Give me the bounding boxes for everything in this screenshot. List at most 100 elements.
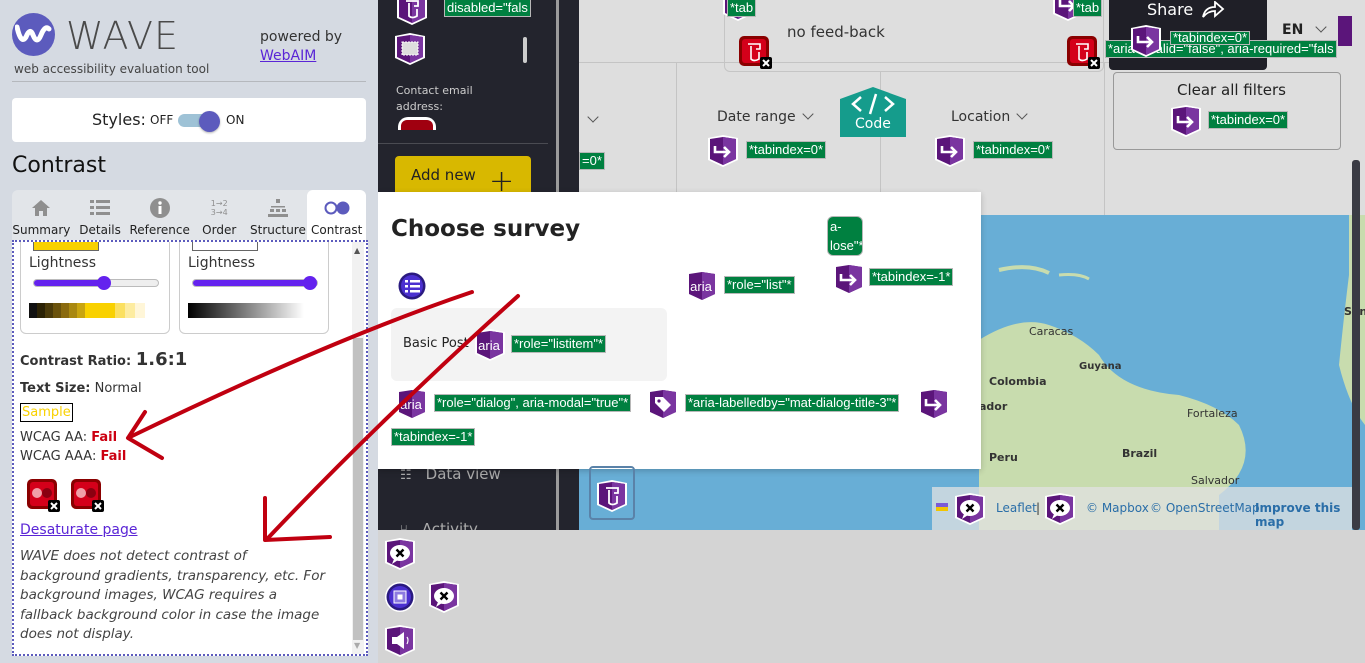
foreground-lightness-slider[interactable] [33,276,159,290]
nav-item-activity[interactable]: ⑂ Activity [400,520,478,530]
styles-on-label: ON [226,113,245,127]
list-icon[interactable] [396,269,428,303]
aria-icon[interactable]: aria [474,328,506,362]
wcag-aa-result: Fail [91,430,118,445]
alert-icon[interactable] [1044,492,1076,526]
contrast-error-icon[interactable] [70,478,104,512]
tabindex-tag: *tab [1073,0,1103,17]
slider-knob[interactable] [96,276,111,290]
tab-contrast[interactable]: Contrast [307,190,367,240]
tabindex-icon[interactable] [918,387,950,421]
styles-toggle[interactable] [178,111,220,132]
scroll-down-arrow[interactable]: ▼ [354,641,360,650]
lightness-label: Lightness [188,255,256,271]
attribution-separator: | [1036,501,1041,515]
background-lightness-slider[interactable] [192,276,318,290]
page-scrollbar[interactable] [1352,160,1360,530]
tabindex-tag: *tabindex=-1* [869,268,954,286]
tab-structure[interactable]: Structure [249,190,308,240]
tabindex-tag: *tabindex=0* [746,141,827,159]
aria-icon[interactable]: aria [396,387,428,421]
aria-label-icon[interactable] [647,387,679,421]
nav-scrollbar[interactable] [523,37,527,63]
foreground-swatch[interactable] [33,242,99,251]
alert-icon[interactable] [428,580,460,614]
audio-icon[interactable] [384,624,416,658]
click-handler-icon[interactable] [596,479,628,513]
alert-icon[interactable] [954,492,986,526]
click-handler-error-icon[interactable] [738,35,772,69]
panel-scrollbar[interactable]: ▲ ▼ [352,242,364,654]
tabindex-tag: *tabindex=0* [1208,111,1289,129]
improve-map-link[interactable]: Improve this map [1255,501,1352,529]
code-button[interactable]: Code [828,87,918,137]
structure-icon [249,197,308,219]
openstreetmap-link[interactable]: © OpenStreetMap [1150,501,1260,515]
tab-details[interactable]: Details [71,190,130,240]
background-color-card: Lightness [179,242,329,334]
tabindex-icon[interactable] [833,262,865,296]
filter-divider [579,62,1119,63]
desaturate-page-link[interactable]: Desaturate page [20,522,137,538]
chevron-down-icon [801,108,814,120]
map-label: Salvador [1191,474,1240,487]
error-icon-partial[interactable] [398,117,436,130]
tab-summary[interactable]: Summary [12,190,71,240]
mapbox-link[interactable]: © Mapbox [1086,501,1149,515]
map-attribution: Leaflet | © Mapbox © OpenStreetMap Impro… [932,487,1352,530]
nav-separator [378,143,548,144]
tabindex-icon[interactable] [1130,24,1162,58]
activity-icon: ⑂ [400,523,408,530]
map-label: Guyana [1079,361,1122,372]
contact-email-label: Contact email address: [396,84,473,113]
wave-subtitle: web accessibility evaluation tool [14,62,210,76]
scroll-up-arrow[interactable]: ▲ [354,246,360,255]
wave-logo-icon [12,13,55,56]
data-view-icon: ☷ [400,468,412,483]
slider-fill [34,280,102,286]
tabindex-icon[interactable] [707,134,739,168]
contrast-panel: Lightness Lightness Contrast Ratio: 1.6:… [12,240,368,656]
wcag-aaa: WCAG AAA: Fail [20,449,126,464]
aria-icon[interactable]: aria [686,269,718,303]
region-icon[interactable] [394,32,426,66]
filter-date-range[interactable]: Date range [717,108,814,125]
toggle-knob [199,111,220,132]
slider-knob[interactable] [303,276,317,290]
filter-dropdown-chevron[interactable] [581,111,599,128]
tab-label: Reference [129,223,190,237]
click-handler-icon[interactable] [396,0,428,26]
tab-reference[interactable]: Reference [129,190,190,240]
list-icon [71,197,130,219]
styles-label: Styles: [92,110,146,129]
order-icon: 1→2 3→4 [210,199,228,217]
webaim-link[interactable]: WebAIM [260,48,316,64]
scroll-thumb[interactable] [353,338,363,640]
aria-labelledby-tag: *aria-labelledby="mat-dialog-title-3"* [685,394,900,412]
map-label: ador [979,400,1008,413]
alert-icon[interactable] [384,537,416,571]
text-size: Text Size: Normal [20,381,142,396]
slider-fill [193,280,309,286]
background-swatch[interactable] [192,242,258,251]
click-handler-error-icon[interactable] [1066,35,1100,69]
leaflet-link[interactable]: Leaflet [996,501,1037,515]
accessibility-icon-partial[interactable] [1338,16,1352,46]
info-icon [129,197,189,219]
language-select[interactable]: EN [1282,21,1327,38]
tabindex-tag: *tabindex=0* [973,141,1054,159]
map-label: Brazil [1122,447,1158,460]
map-label: Fortaleza [1187,407,1238,420]
tabindex-icon[interactable] [934,134,966,168]
tab-order[interactable]: 1→2 3→4 Order [190,190,249,240]
tabindex-tag: *tabindex=-1* [391,428,476,446]
contrast-ratio: Contrast Ratio: 1.6:1 [20,349,187,370]
contrast-ratio-label: Contrast Ratio: [20,354,132,369]
code-label: Code [855,116,891,132]
map-label: Peru [989,451,1018,464]
contrast-error-icon[interactable] [26,478,60,512]
filter-location[interactable]: Location [951,108,1028,125]
divider [12,81,366,82]
tabindex-icon[interactable] [1170,104,1202,138]
region-icon[interactable] [384,580,416,614]
